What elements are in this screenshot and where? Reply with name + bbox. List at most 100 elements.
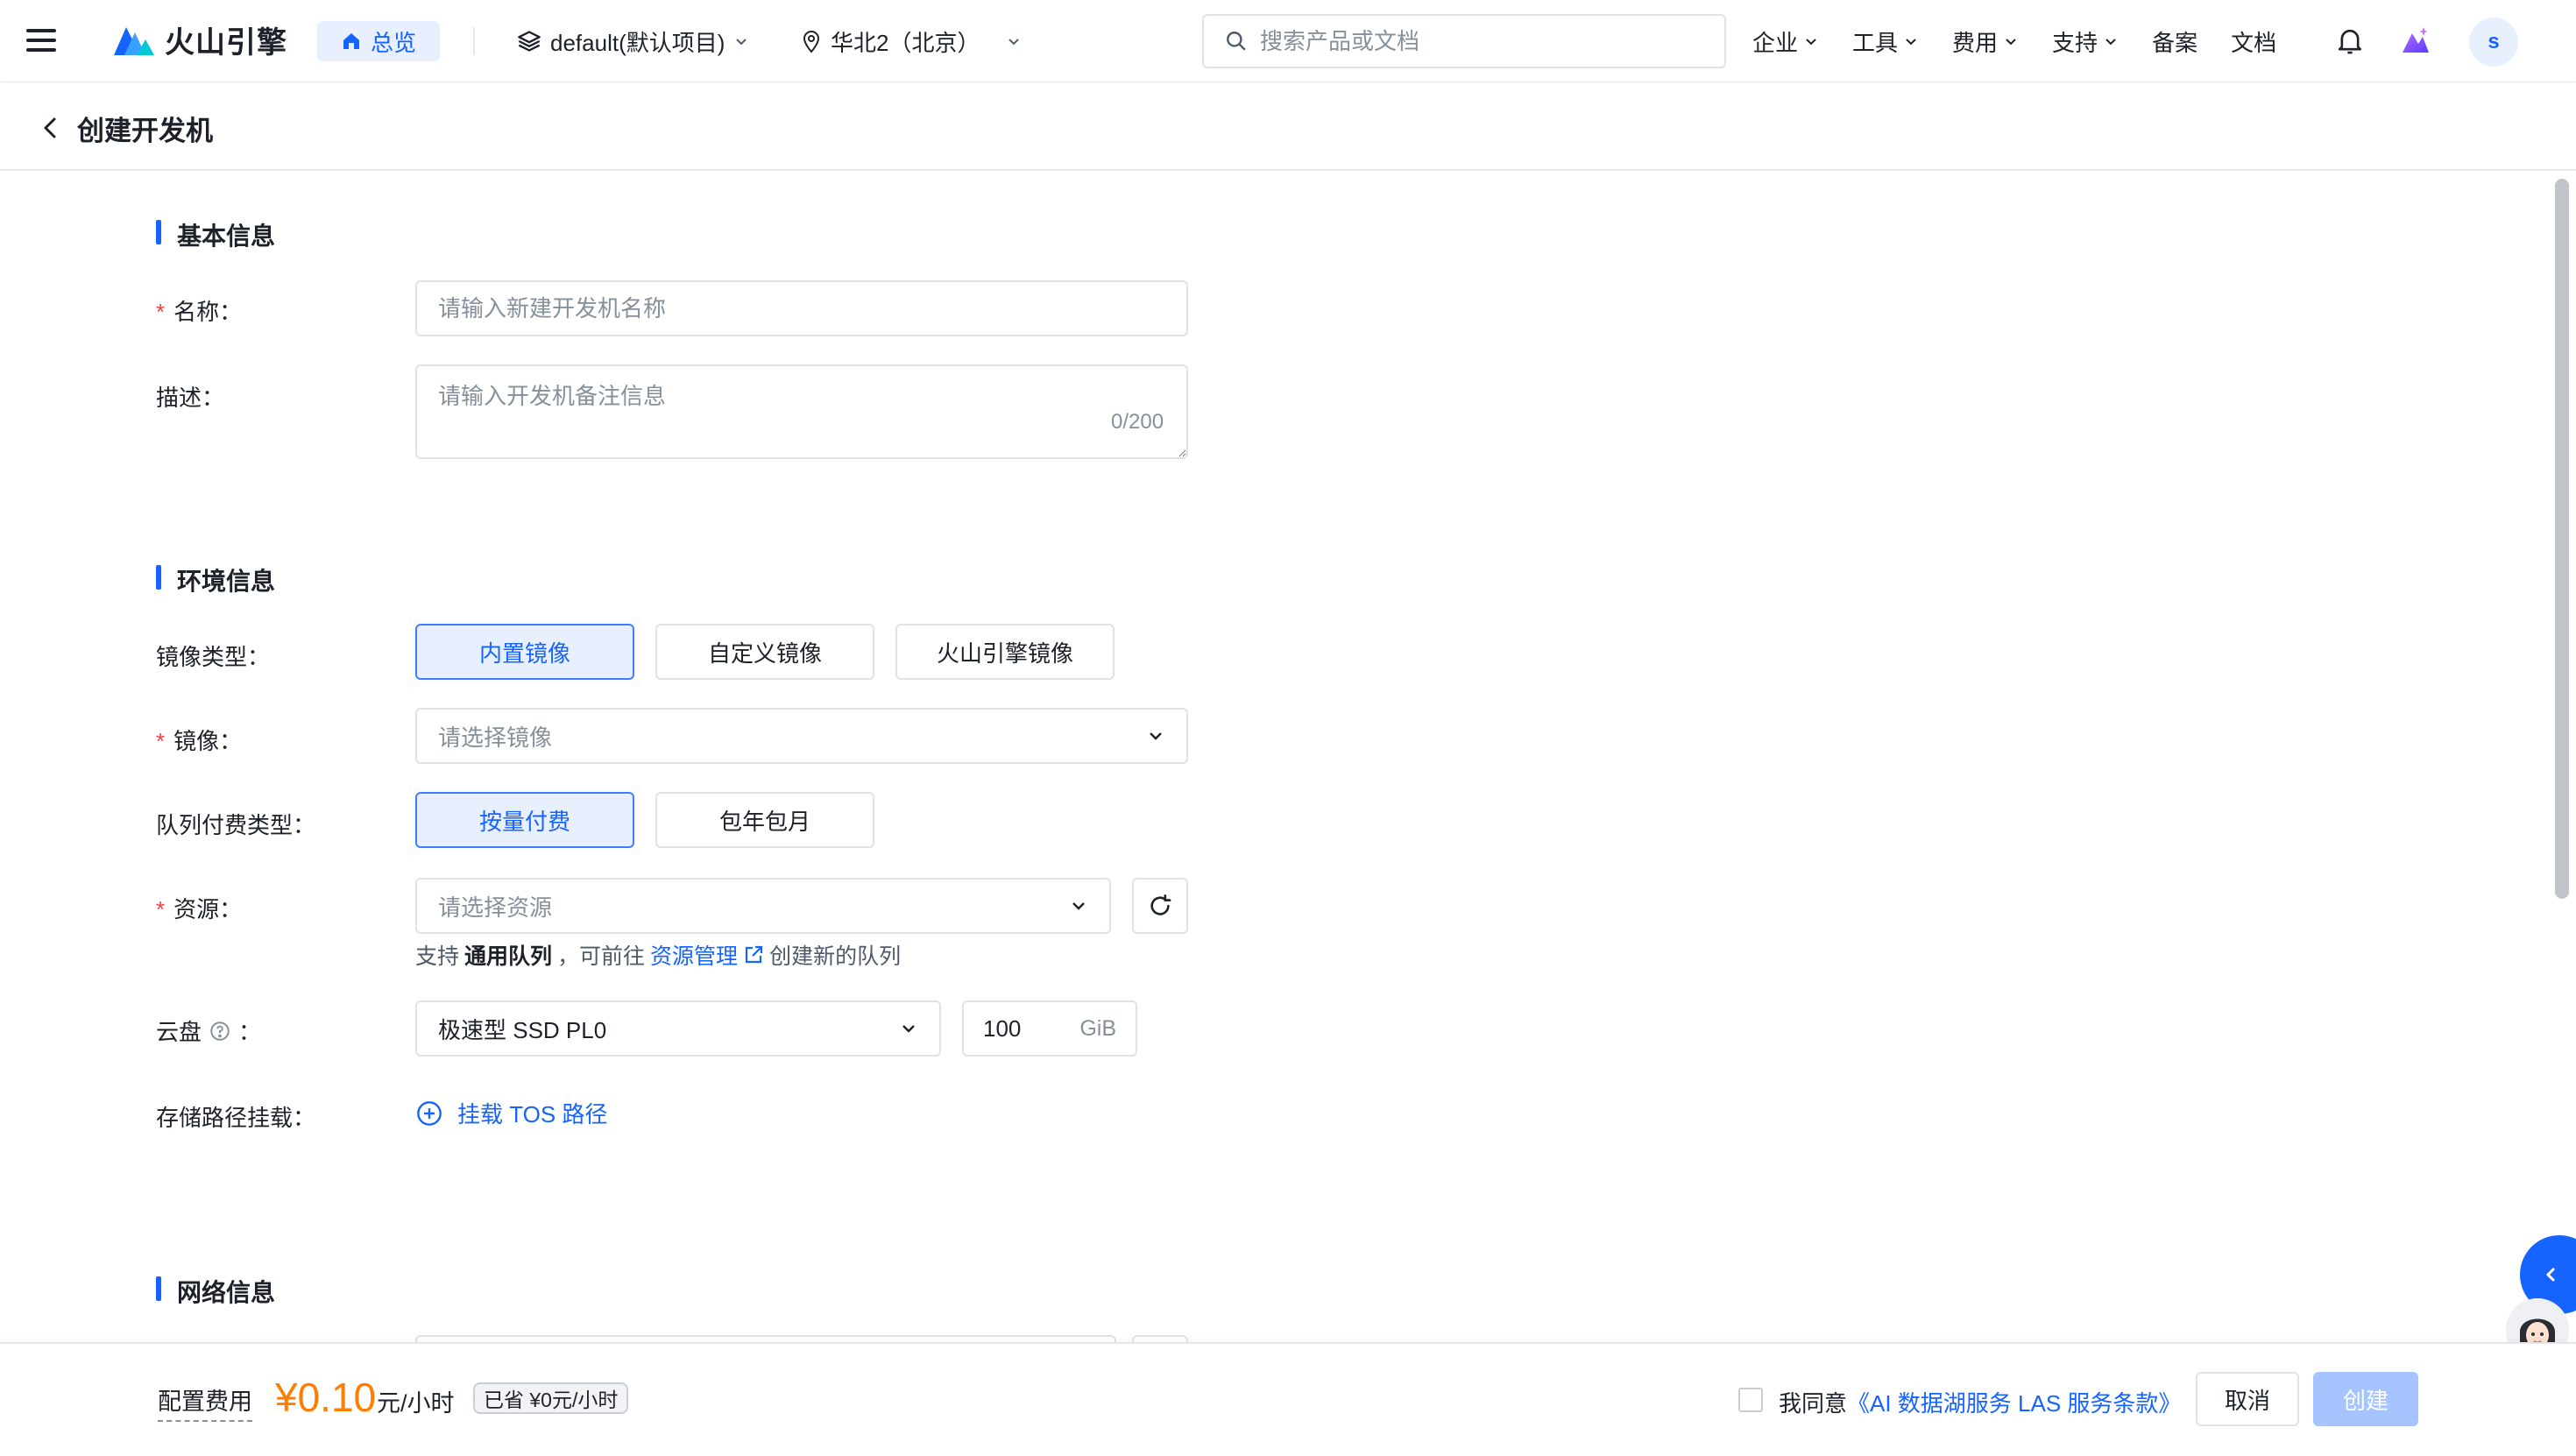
nav-divider	[473, 27, 475, 55]
chevron-left-icon	[2545, 1268, 2555, 1282]
image-type-custom-label: 自定义镜像	[707, 640, 822, 667]
resource-hint-prefix: 支持	[415, 944, 460, 969]
mount-tos-label: 挂载 TOS 路径	[457, 1101, 608, 1127]
chevron-down-icon	[902, 1025, 915, 1033]
image-type-builtin[interactable]: 内置镜像	[415, 624, 634, 680]
name-label-text: 名称：	[173, 299, 243, 325]
image-type-label: 镜像类型：	[156, 644, 271, 670]
bell-icon[interactable]	[2336, 26, 2364, 56]
project-selector[interactable]: default(默认项目)	[517, 23, 749, 60]
section-marker	[156, 220, 161, 244]
nav-support-label: 支持	[2052, 29, 2098, 56]
cloud-disk-label-text: 云盘	[156, 1019, 202, 1045]
nav-docs-label: 文档	[2231, 29, 2277, 56]
search-icon	[1227, 32, 1246, 51]
nav-billing[interactable]: 费用	[1952, 25, 2019, 58]
create-button[interactable]: 创建	[2313, 1372, 2418, 1426]
logo[interactable]: 火山引擎	[112, 19, 287, 60]
billing-pay-as-you-go-label: 按量付费	[478, 808, 570, 835]
chevron-down-icon	[1150, 732, 1162, 740]
image-type-volcengine-label: 火山引擎镜像	[936, 640, 1073, 667]
required-mark: *	[156, 896, 166, 922]
price-value: ¥0.10	[275, 1375, 377, 1420]
nav-filing[interactable]: 备案	[2152, 25, 2197, 58]
refresh-icon	[1150, 894, 1171, 915]
billing-pay-as-you-go[interactable]: 按量付费	[415, 792, 634, 848]
nav-tools-label: 工具	[1852, 29, 1899, 56]
search-input[interactable]	[1260, 27, 1681, 55]
volcano-logo-icon	[114, 27, 154, 55]
config-fee-label[interactable]: 配置费用	[158, 1382, 252, 1422]
cloud-disk-size-input[interactable]: 100 GiB	[962, 1000, 1137, 1057]
chevron-down-icon	[2105, 39, 2116, 46]
cloud-disk-type-select[interactable]: 极速型 SSD PL0	[415, 1000, 941, 1057]
layers-icon	[518, 31, 541, 52]
nav-filing-label: 备案	[2152, 29, 2198, 56]
chevron-down-icon	[736, 39, 747, 46]
chevron-down-icon	[1906, 39, 1916, 46]
page-header	[0, 83, 2576, 171]
chevron-down-icon	[1008, 39, 1020, 46]
nav-docs[interactable]: 文档	[2231, 25, 2276, 58]
description-counter: 0/200	[1111, 410, 1164, 434]
billing-subscription[interactable]: 包年包月	[655, 792, 874, 848]
required-mark: *	[156, 299, 166, 325]
agree-checkbox[interactable]	[1738, 1388, 1763, 1412]
external-link-icon[interactable]	[743, 944, 764, 965]
billing-subscription-label: 包年包月	[718, 808, 810, 835]
resource-select[interactable]: 请选择资源	[415, 878, 1111, 934]
name-label: * 名称：	[156, 294, 242, 327]
nav-enterprise-label: 企业	[1752, 29, 1799, 56]
overview-button[interactable]: 总览	[317, 21, 440, 61]
required-mark: *	[156, 728, 166, 754]
agree-text: 我同意《AI 数据湖服务 LAS 服务条款》	[1779, 1386, 2181, 1418]
page-title: 创建开发机	[77, 116, 213, 146]
section-marker	[156, 565, 161, 590]
description-textarea[interactable]	[415, 364, 1188, 459]
image-select[interactable]: 请选择镜像	[415, 708, 1188, 764]
global-search[interactable]	[1202, 14, 1726, 68]
region-selector[interactable]: 华北2（北京）	[801, 23, 1022, 60]
image-select-placeholder: 请选择镜像	[438, 724, 553, 751]
section-title-env: 环境信息	[177, 568, 276, 595]
nav-support[interactable]: 支持	[2052, 25, 2119, 58]
add-circle-icon	[417, 1100, 442, 1126]
resource-hint-bold: 通用队列	[464, 944, 553, 969]
resource-management-link[interactable]: 资源管理	[650, 939, 738, 971]
cancel-button[interactable]: 取消	[2196, 1372, 2299, 1426]
resource-hint: 支持 通用队列 ，可前往 资源管理 创建新的队列	[415, 939, 901, 971]
image-type-custom[interactable]: 自定义镜像	[655, 624, 874, 680]
project-name: default(默认项目)	[550, 29, 725, 56]
avatar[interactable]: s	[2469, 18, 2518, 67]
price-unit: 元/小时	[377, 1390, 455, 1417]
ai-assistant-icon[interactable]	[2399, 25, 2432, 58]
name-input[interactable]	[415, 280, 1188, 336]
nav-enterprise[interactable]: 企业	[1752, 25, 1819, 58]
image-label-text: 镜像：	[173, 728, 243, 754]
refresh-button[interactable]	[1132, 878, 1188, 934]
cloud-disk-size-unit: GiB	[1079, 1015, 1116, 1041]
cloud-disk-size-value[interactable]: 100	[983, 1015, 1021, 1043]
terms-link[interactable]: 《AI 数据湖服务 LAS 服务条款》	[1847, 1390, 2181, 1417]
create-button-label: 创建	[2342, 1387, 2388, 1414]
section-title-basic: 基本信息	[177, 223, 276, 250]
help-icon[interactable]	[209, 1020, 231, 1043]
overview-label: 总览	[370, 29, 416, 56]
scrollbar-thumb[interactable]	[2555, 179, 2569, 899]
resource-label: * 资源：	[156, 892, 242, 924]
resource-select-placeholder: 请选择资源	[438, 894, 553, 921]
resource-hint-mid: ，可前往	[557, 944, 646, 969]
nav-tools[interactable]: 工具	[1852, 25, 1919, 58]
billing-type-label: 队列付费类型：	[156, 812, 316, 838]
chevron-down-icon	[1806, 39, 1816, 46]
avatar-letter: s	[2488, 30, 2500, 53]
back-arrow-icon[interactable]	[35, 112, 67, 144]
mount-tos-button[interactable]: 挂载 TOS 路径	[415, 1097, 607, 1129]
image-type-builtin-label: 内置镜像	[478, 640, 570, 667]
cancel-button-label: 取消	[2224, 1387, 2270, 1414]
cloud-disk-type-value: 极速型 SSD PL0	[438, 1016, 607, 1043]
image-type-volcengine[interactable]: 火山引擎镜像	[895, 624, 1115, 680]
cloud-disk-colon: ：	[238, 1019, 262, 1045]
description-label: 描述：	[156, 385, 225, 411]
menu-icon[interactable]	[26, 27, 56, 53]
